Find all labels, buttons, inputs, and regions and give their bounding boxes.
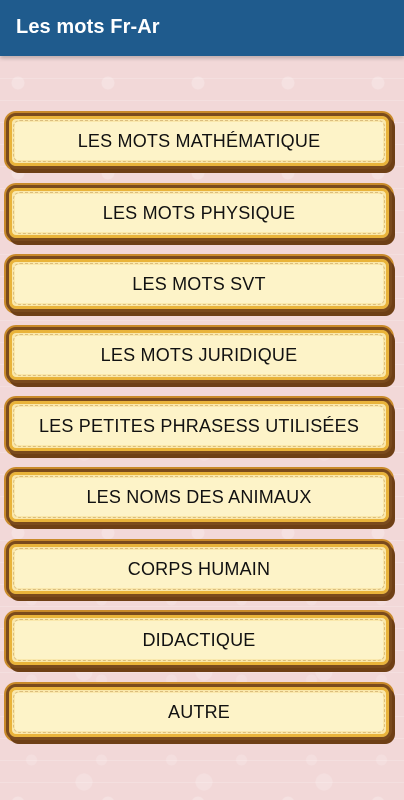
category-button-svt[interactable]: LES MOTS SVT: [6, 256, 392, 312]
category-button-petites-phrases[interactable]: LES PETITES PHRASESS UTILISÉES: [6, 398, 392, 454]
category-label: LES MOTS SVT: [132, 273, 266, 294]
category-label: LES PETITES PHRASESS UTILISÉES: [38, 415, 360, 436]
category-label: LES NOMS DES ANIMAUX: [86, 486, 312, 507]
category-button-corps-humain[interactable]: CORPS HUMAIN: [6, 541, 392, 597]
category-label: DIDACTIQUE: [142, 629, 256, 650]
category-button-animaux[interactable]: LES NOMS DES ANIMAUX: [6, 469, 392, 525]
category-label: LES MOTS JURIDIQUE: [100, 344, 298, 365]
category-label: LES MOTS PHYSIQUE: [102, 202, 296, 223]
category-label: AUTRE: [167, 701, 230, 722]
category-button-juridique[interactable]: LES MOTS JURIDIQUE: [6, 327, 392, 383]
category-button-mathematique[interactable]: LES MOTS MATHÉMATIQUE: [6, 113, 392, 169]
category-button-autre[interactable]: AUTRE: [6, 684, 392, 740]
category-label: LES MOTS MATHÉMATIQUE: [77, 130, 321, 151]
category-label: CORPS HUMAIN: [127, 558, 271, 579]
category-button-didactique[interactable]: DIDACTIQUE: [6, 612, 392, 668]
app-bar: Les mots Fr-Ar: [0, 0, 404, 56]
category-button-physique[interactable]: LES MOTS PHYSIQUE: [6, 185, 392, 241]
app-title: Les mots Fr-Ar: [16, 16, 160, 38]
category-menu: LES MOTS MATHÉMATIQUE LES MOTS PHYSIQUE …: [0, 56, 404, 800]
